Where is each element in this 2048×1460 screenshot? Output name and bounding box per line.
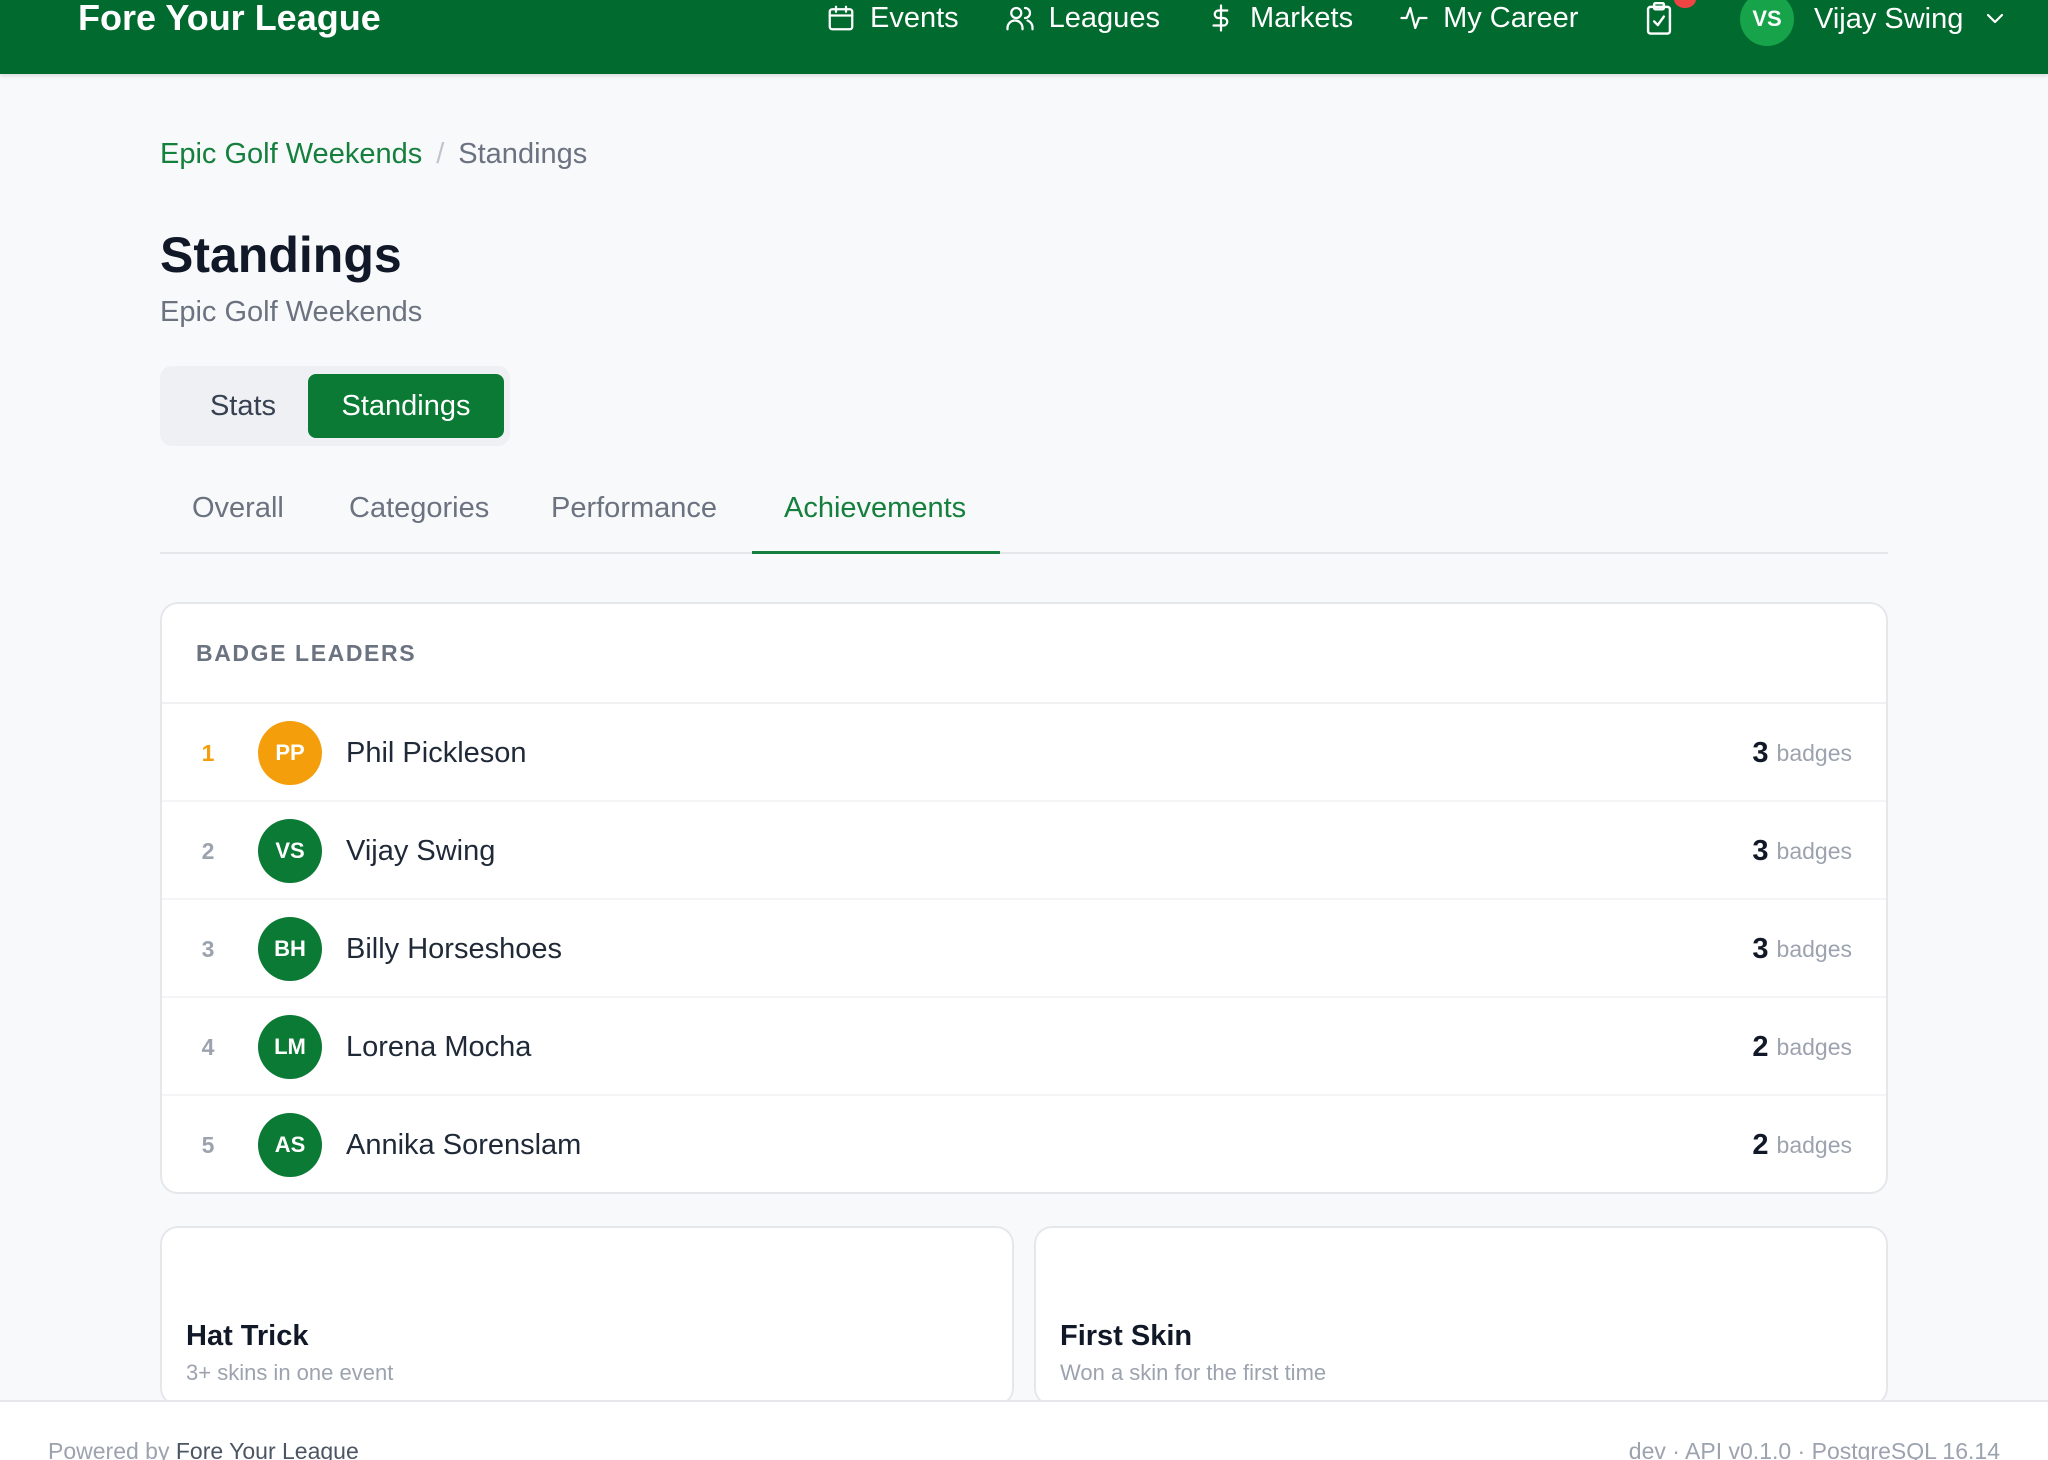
achievement-card[interactable]: First Skin Won a skin for the first time: [1034, 1226, 1888, 1406]
footer-powered-by: Powered by Fore Your League: [48, 1438, 359, 1460]
leader-row[interactable]: 5 AS Annika Sorenslam 2 badges: [162, 1096, 1886, 1192]
footer-brand-link[interactable]: Fore Your League: [176, 1438, 359, 1460]
badge-count-value: 3: [1752, 736, 1769, 769]
badge-count-unit: badges: [1776, 1131, 1852, 1158]
users-icon: [1006, 6, 1034, 31]
view-segment-control: Stats Standings: [160, 366, 510, 446]
calendar-icon: [828, 5, 854, 31]
achievement-description: Won a skin for the first time: [1060, 1360, 1327, 1385]
badge-count: 3 badges: [1752, 900, 1852, 998]
leader-row[interactable]: 2 VS Vijay Swing 3 badges: [162, 802, 1886, 900]
nav-my-career[interactable]: My Career: [1399, 0, 1578, 36]
chevron-down-icon: [1987, 13, 2004, 24]
tab-categories[interactable]: Categories: [349, 488, 489, 554]
tab-overall[interactable]: Overall: [192, 488, 284, 554]
user-name: Vijay Swing: [1814, 2, 1964, 35]
segment-standings-button[interactable]: Standings: [308, 374, 504, 438]
segment-stats-button[interactable]: Stats: [170, 374, 316, 438]
badge-count-unit: badges: [1776, 1033, 1852, 1060]
badge-leaders-card: BADGE LEADERS 1 PP Phil Pickleson 3 badg…: [160, 602, 1888, 1194]
nav-markets-label: Markets: [1249, 2, 1354, 34]
badge-count-value: 2: [1752, 1030, 1769, 1063]
top-nav-bar: Fore Your League Events Leagues Markets …: [0, 0, 2048, 74]
notification-badge: [1674, 0, 1696, 8]
clipboard-check-icon[interactable]: [1644, 2, 1674, 36]
avatar: PP: [258, 721, 322, 785]
nav-events-label: Events: [870, 2, 959, 34]
player-name: Phil Pickleson: [346, 736, 527, 769]
breadcrumb-current: Standings: [458, 138, 588, 170]
user-avatar: VS: [1740, 0, 1794, 46]
leader-row[interactable]: 4 LM Lorena Mocha 2 badges: [162, 998, 1886, 1096]
main-nav: Events Leagues Markets My Career: [826, 0, 1624, 36]
nav-leagues-label: Leagues: [1048, 2, 1160, 34]
leader-rank: 2: [201, 837, 215, 864]
avatar: VS: [258, 819, 322, 883]
badge-count: 3 badges: [1752, 704, 1852, 802]
avatar: LM: [258, 1015, 322, 1079]
badge-count: 2 badges: [1752, 1096, 1852, 1192]
badge-count-unit: badges: [1776, 935, 1852, 962]
leader-rank: 4: [201, 1033, 215, 1060]
badge-count-value: 3: [1752, 932, 1769, 965]
achievement-description: 3+ skins in one event: [186, 1360, 394, 1385]
page-title: Standings: [160, 227, 402, 283]
footer: Powered by Fore Your League dev · API v0…: [0, 1400, 2048, 1460]
avatar: AS: [258, 1113, 322, 1177]
avatar: BH: [258, 917, 322, 981]
breadcrumb-separator: /: [436, 138, 445, 170]
tab-achievements[interactable]: Achievements: [752, 488, 1000, 554]
leader-rank: 3: [201, 935, 215, 962]
standings-tabs: Overall Categories Performance Achieveme…: [160, 488, 1888, 554]
player-name: Lorena Mocha: [346, 1030, 532, 1063]
dollar-icon: [1212, 4, 1229, 32]
nav-events[interactable]: Events: [826, 0, 959, 36]
leader-row[interactable]: 1 PP Phil Pickleson 3 badges: [162, 704, 1886, 802]
badge-count-value: 2: [1752, 1128, 1769, 1161]
activity-icon: [1400, 6, 1428, 30]
breadcrumb-league-link[interactable]: Epic Golf Weekends: [160, 138, 422, 171]
badge-leaders-heading: BADGE LEADERS: [162, 604, 1886, 704]
achievement-card[interactable]: Hat Trick 3+ skins in one event: [160, 1226, 1014, 1406]
user-menu[interactable]: VS Vijay Swing: [1740, 0, 2005, 46]
badge-count-unit: badges: [1776, 739, 1852, 766]
leader-row[interactable]: 3 BH Billy Horseshoes 3 badges: [162, 900, 1886, 998]
leader-rank: 1: [201, 739, 215, 766]
brand-logo[interactable]: Fore Your League: [78, 0, 381, 38]
player-name: Billy Horseshoes: [346, 932, 562, 965]
achievement-title: Hat Trick: [186, 1320, 309, 1352]
badge-count: 2 badges: [1752, 998, 1852, 1096]
achievement-title: First Skin: [1060, 1320, 1193, 1352]
footer-version: dev · API v0.1.0 · PostgreSQL 16.14: [1628, 1438, 2000, 1460]
nav-my-career-label: My Career: [1443, 2, 1579, 34]
breadcrumb: Epic Golf Weekends / Standings: [160, 138, 587, 171]
tab-performance[interactable]: Performance: [551, 488, 717, 554]
page-subtitle: Epic Golf Weekends: [160, 296, 423, 328]
badge-count: 3 badges: [1752, 802, 1852, 900]
footer-powered-prefix: Powered by: [48, 1438, 170, 1460]
leader-rank: 5: [201, 1131, 215, 1158]
nav-markets[interactable]: Markets: [1206, 0, 1353, 36]
player-name: Vijay Swing: [346, 834, 496, 867]
badge-count-unit: badges: [1776, 837, 1852, 864]
nav-leagues[interactable]: Leagues: [1005, 0, 1160, 36]
badge-count-value: 3: [1752, 834, 1769, 867]
player-name: Annika Sorenslam: [346, 1128, 582, 1161]
